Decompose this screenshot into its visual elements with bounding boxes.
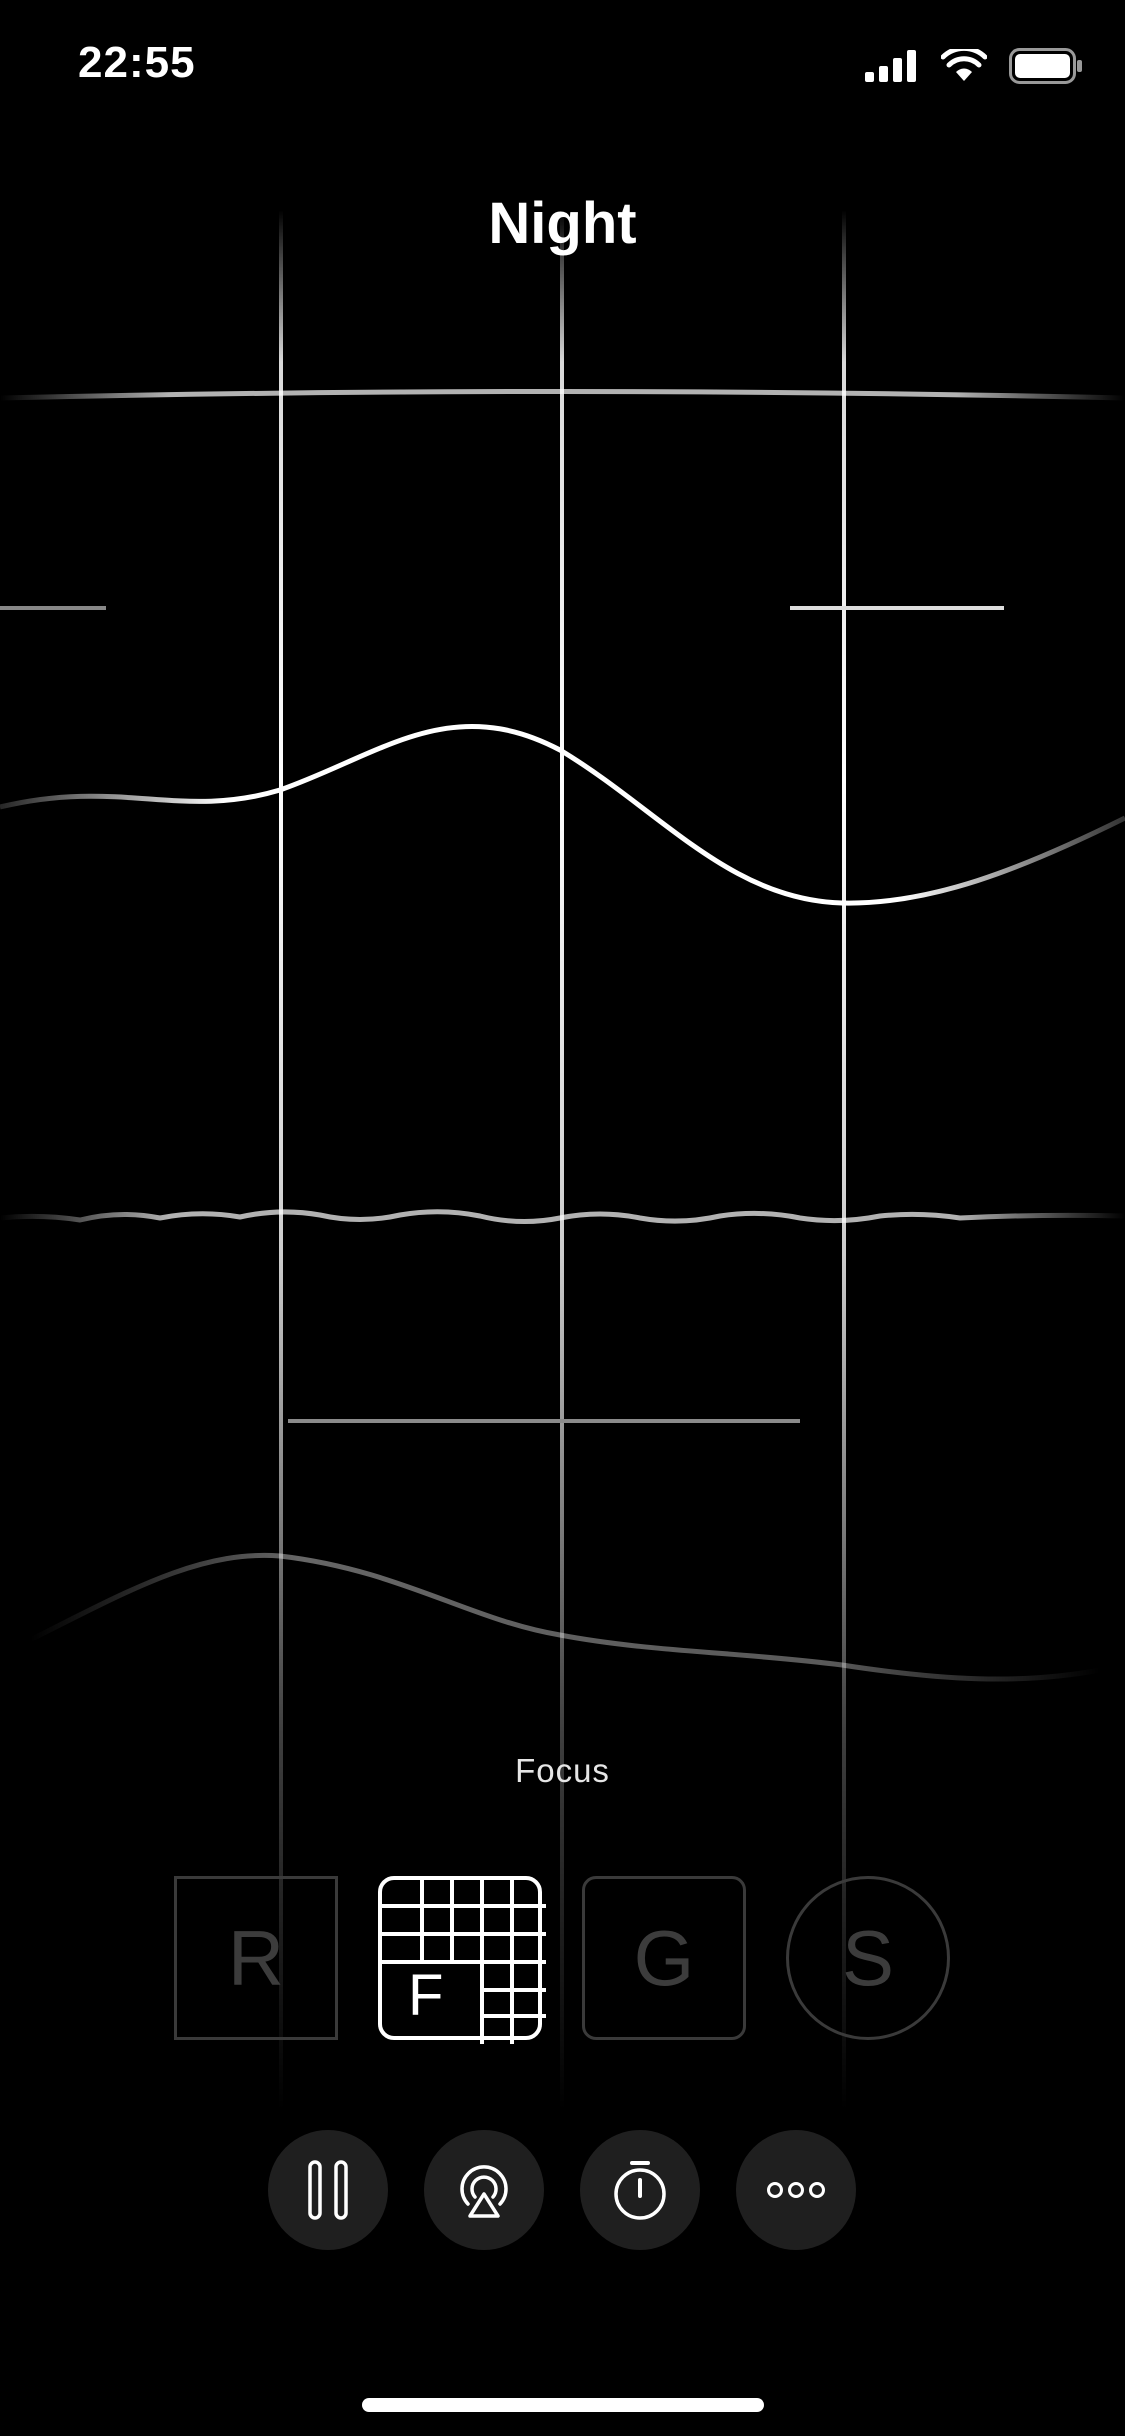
more-icon	[767, 2182, 825, 2198]
grid-icon	[382, 1880, 546, 2044]
status-icons	[865, 45, 1083, 89]
airplay-button[interactable]	[424, 2130, 544, 2250]
mode-tile-letter: R	[227, 1913, 285, 2002]
mode-tile-r[interactable]: R	[174, 1876, 338, 2040]
vertical-line	[279, 210, 283, 2110]
mode-tile-letter: F	[408, 1963, 444, 2028]
wifi-icon	[940, 45, 988, 88]
airplay-icon	[460, 2165, 508, 2218]
signal-icon	[865, 50, 919, 87]
status-time: 22:55	[78, 38, 196, 87]
mode-tile-f[interactable]: F	[378, 1876, 546, 2044]
mode-tile-letter: G	[633, 1913, 695, 2002]
vertical-line	[560, 210, 564, 2110]
waveform-line	[28, 1552, 1101, 1682]
mode-label: Focus	[515, 1752, 610, 1789]
timer-icon	[614, 2161, 666, 2220]
mode-selector: R F G S	[0, 1876, 1125, 2046]
pause-icon	[308, 2160, 348, 2220]
vertical-line	[842, 210, 846, 2110]
mode-tile-g[interactable]: G	[582, 1876, 746, 2040]
timer-button[interactable]	[580, 2130, 700, 2250]
battery-icon	[1009, 48, 1083, 89]
control-bar	[0, 2130, 1125, 2250]
soundscape-visualization	[0, 180, 1125, 2140]
status-bar: 22:55	[0, 0, 1125, 140]
pause-button[interactable]	[268, 2130, 388, 2250]
mode-tile-s[interactable]: S	[786, 1876, 950, 2040]
home-indicator[interactable]	[362, 2398, 764, 2412]
mode-tile-letter: S	[841, 1913, 895, 2002]
more-button[interactable]	[736, 2130, 856, 2250]
